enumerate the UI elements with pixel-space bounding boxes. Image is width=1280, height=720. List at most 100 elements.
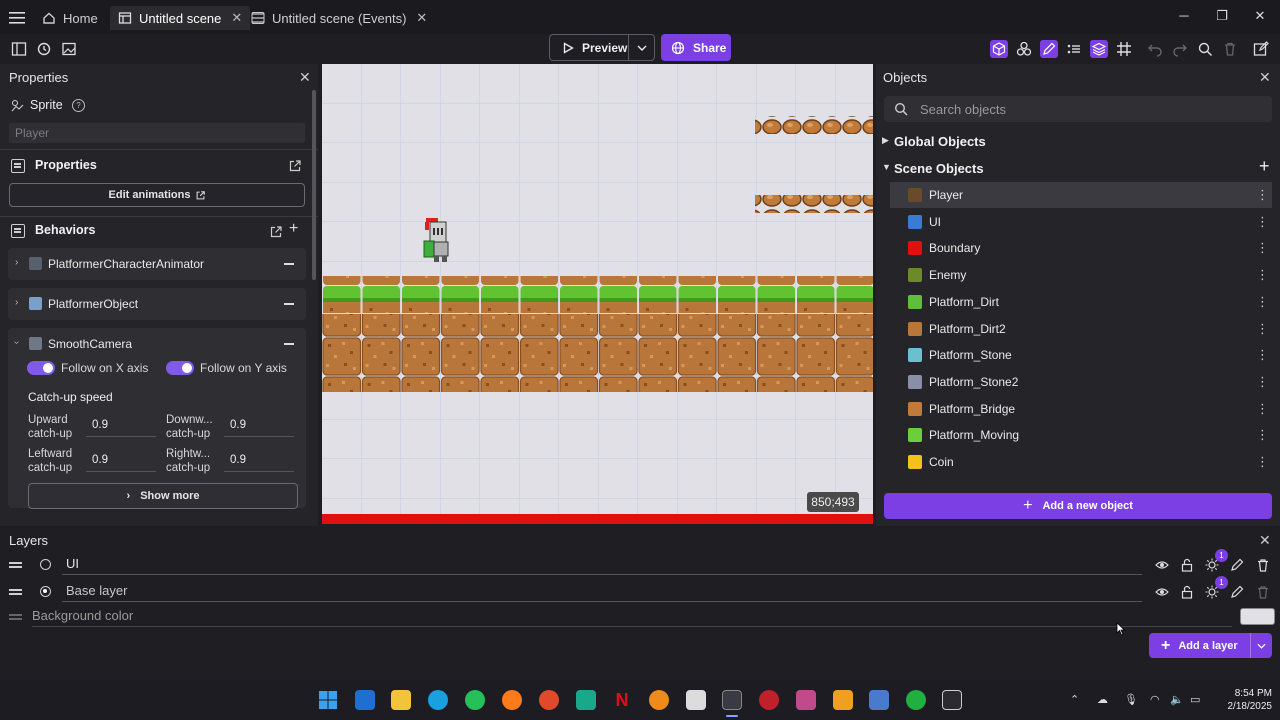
skype-icon[interactable] — [428, 690, 448, 710]
search-input[interactable] — [920, 100, 1260, 118]
visibility-eye-icon[interactable] — [1155, 558, 1169, 572]
object-item-platform-stone[interactable]: Platform_Stone ⋮ — [890, 342, 1272, 368]
scrollbar[interactable] — [312, 90, 316, 280]
collapse-icon[interactable] — [284, 343, 294, 345]
open-external-icon[interactable] — [288, 159, 301, 172]
hamburger-menu-icon[interactable] — [8, 9, 26, 27]
more-options-icon[interactable]: ⋮ — [1256, 427, 1269, 443]
object-item-platform-moving[interactable]: Platform_Moving ⋮ — [890, 422, 1272, 448]
layer-name[interactable]: UI — [66, 556, 79, 571]
layer-row-base[interactable]: Base layer 1 — [0, 576, 1280, 605]
scene-objects-group[interactable]: ▼ Scene Objects + — [876, 156, 1280, 180]
add-icon[interactable]: + — [1259, 156, 1270, 177]
app-icon[interactable] — [686, 690, 706, 710]
downward-input[interactable]: 0.9 — [224, 415, 294, 437]
show-more-button[interactable]: › Show more — [28, 483, 298, 509]
object-item-ui[interactable]: UI ⋮ — [890, 209, 1272, 235]
preview-button[interactable]: Preview — [549, 34, 655, 61]
netflix-icon[interactable]: N — [612, 690, 632, 710]
object-item-platform-dirt2[interactable]: Platform_Dirt2 ⋮ — [890, 316, 1272, 342]
system-clock[interactable]: 8:54 PM 2/18/2025 — [1206, 687, 1273, 713]
panels-icon[interactable] — [10, 40, 28, 58]
file-explorer-icon[interactable] — [391, 690, 411, 710]
rightward-input[interactable]: 0.9 — [224, 450, 294, 472]
behavior-platformer-character-animator[interactable]: › PlatformerCharacterAnimator — [8, 248, 306, 280]
app-icon[interactable] — [796, 690, 816, 710]
bridge-platform[interactable] — [755, 195, 873, 213]
blender-icon[interactable] — [649, 690, 669, 710]
bridge-platform[interactable] — [755, 116, 873, 134]
edit-pencil-icon[interactable] — [1040, 40, 1058, 58]
store-icon[interactable] — [355, 690, 375, 710]
redo-icon[interactable] — [1171, 40, 1189, 58]
leftward-input[interactable]: 0.9 — [86, 450, 156, 472]
chevron-down-icon[interactable] — [1250, 633, 1272, 658]
chevron-up-icon[interactable]: ⌃ — [1070, 693, 1084, 707]
zoom-icon[interactable] — [1196, 40, 1214, 58]
edit-pencil-icon[interactable] — [1230, 585, 1244, 599]
more-options-icon[interactable]: ⋮ — [1256, 374, 1269, 390]
edit-pencil-icon[interactable] — [1230, 558, 1244, 572]
app-icon[interactable] — [576, 690, 596, 710]
cloud-icon[interactable]: ☁ — [1097, 693, 1111, 707]
share-button[interactable]: Share — [661, 34, 731, 61]
volume-icon[interactable]: 🔈 — [1170, 693, 1184, 707]
add-behavior-icon[interactable]: + — [289, 220, 298, 238]
image-icon[interactable] — [60, 40, 78, 58]
search-bar[interactable] — [884, 96, 1272, 122]
app-icon[interactable] — [539, 690, 559, 710]
more-options-icon[interactable]: ⋮ — [1256, 454, 1269, 470]
more-options-icon[interactable]: ⋮ — [1256, 321, 1269, 337]
upward-input[interactable]: 0.9 — [86, 415, 156, 437]
layer-row-ui[interactable]: UI 1 — [0, 549, 1280, 578]
more-options-icon[interactable]: ⋮ — [1256, 267, 1269, 283]
more-options-icon[interactable]: ⋮ — [1256, 187, 1269, 203]
visibility-eye-icon[interactable] — [1155, 585, 1169, 599]
dirt-platform-row[interactable] — [322, 314, 873, 353]
add-object-button[interactable]: + Add a new object — [884, 493, 1272, 519]
tab-untitled-scene[interactable]: Untitled scene ✕ — [110, 6, 251, 30]
help-icon[interactable]: ? — [72, 99, 85, 112]
drag-handle-icon[interactable] — [9, 589, 22, 591]
battery-icon[interactable]: ▭ — [1190, 693, 1204, 707]
close-icon[interactable]: ✕ — [231, 10, 242, 26]
gdevelop-icon[interactable] — [722, 690, 742, 710]
close-icon[interactable]: ✕ — [299, 69, 311, 86]
layer-radio[interactable] — [40, 586, 51, 597]
object-item-platform-stone2[interactable]: Platform_Stone2 ⋮ — [890, 369, 1272, 395]
behavior-platformer-object[interactable]: › PlatformerObject — [8, 288, 306, 320]
window-close-icon[interactable]: ✕ — [1252, 8, 1268, 24]
object-item-platform-bridge[interactable]: Platform_Bridge ⋮ — [890, 396, 1272, 422]
chevron-right-icon[interactable]: › — [15, 297, 18, 308]
follow-y-toggle[interactable] — [166, 361, 194, 375]
trash-icon[interactable] — [1256, 558, 1270, 572]
object-3d-icon[interactable] — [990, 40, 1008, 58]
chevron-down-icon[interactable]: › — [11, 341, 22, 344]
object-item-player[interactable]: Player ⋮ — [890, 182, 1272, 208]
scene-canvas[interactable] — [322, 64, 873, 524]
layer-name[interactable]: Base layer — [66, 583, 127, 598]
behaviors-section-header[interactable]: Behaviors + — [0, 217, 318, 245]
object-item-coin[interactable]: Coin ⋮ — [890, 449, 1272, 475]
more-options-icon[interactable]: ⋮ — [1256, 214, 1269, 230]
lock-icon[interactable] — [1180, 585, 1194, 599]
object-name-field[interactable]: Player — [9, 123, 305, 143]
close-icon[interactable]: ✕ — [416, 10, 427, 26]
minimize-icon[interactable]: ─ — [1176, 8, 1192, 24]
microphone-icon[interactable]: 🎙 — [1124, 693, 1138, 707]
drag-handle-icon[interactable] — [9, 562, 22, 564]
undo-icon[interactable] — [1146, 40, 1164, 58]
global-objects-group[interactable]: ▶ Global Objects — [876, 131, 1280, 153]
chevron-down-icon[interactable] — [628, 35, 654, 60]
more-options-icon[interactable]: ⋮ — [1256, 347, 1269, 363]
collapse-icon[interactable] — [284, 303, 294, 305]
grid-icon[interactable] — [1115, 40, 1133, 58]
lock-icon[interactable] — [1180, 558, 1194, 572]
firefox-icon[interactable] — [502, 690, 522, 710]
trash-icon[interactable] — [1256, 585, 1270, 599]
background-color-swatch[interactable] — [1240, 608, 1275, 625]
refresh-icon[interactable] — [35, 40, 53, 58]
app-icon[interactable] — [869, 690, 889, 710]
app-icon[interactable] — [833, 690, 853, 710]
more-options-icon[interactable]: ⋮ — [1256, 240, 1269, 256]
